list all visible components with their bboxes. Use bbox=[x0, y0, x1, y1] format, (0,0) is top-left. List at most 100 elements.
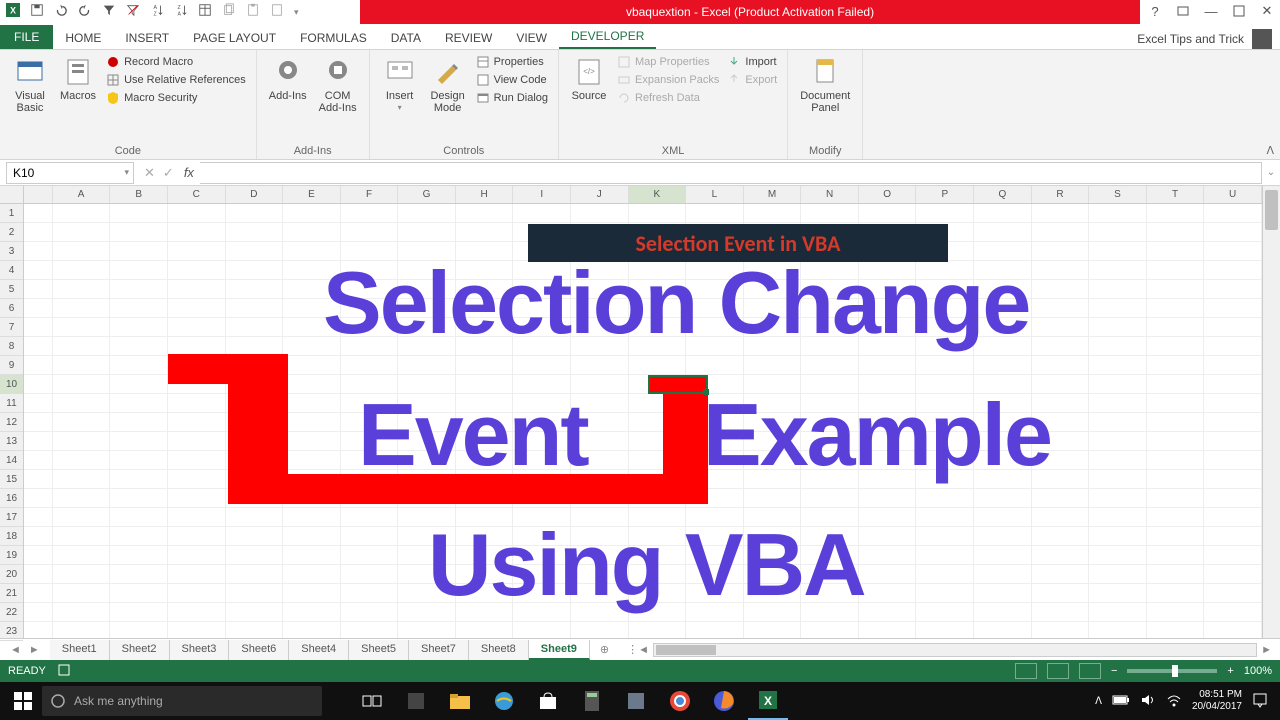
row-header[interactable]: 16 bbox=[0, 489, 23, 508]
help-icon[interactable]: ? bbox=[1146, 2, 1164, 20]
expansion-packs-button[interactable]: Expansion Packs bbox=[615, 72, 721, 88]
row-header[interactable]: 2 bbox=[0, 223, 23, 242]
row-header[interactable]: 9 bbox=[0, 356, 23, 375]
tab-page-layout[interactable]: PAGE LAYOUT bbox=[181, 27, 288, 49]
sort-az-icon[interactable]: AZ bbox=[150, 3, 164, 22]
properties-button[interactable]: Properties bbox=[474, 54, 550, 70]
row-header[interactable]: 10 bbox=[0, 375, 23, 394]
cortana-search[interactable]: Ask me anything bbox=[42, 686, 322, 716]
row-header[interactable]: 18 bbox=[0, 527, 23, 546]
insert-control-button[interactable]: Insert ▾ bbox=[378, 54, 422, 143]
column-header[interactable]: U bbox=[1204, 186, 1262, 203]
tab-developer[interactable]: DEVELOPER bbox=[559, 25, 656, 49]
maximize-icon[interactable] bbox=[1230, 2, 1248, 20]
column-header[interactable]: D bbox=[226, 186, 284, 203]
spreadsheet-grid[interactable]: 1234567891011121314151617181920212223 AB… bbox=[0, 186, 1280, 638]
column-header[interactable]: B bbox=[110, 186, 168, 203]
close-icon[interactable]: ✕ bbox=[1258, 2, 1276, 20]
page-layout-view-icon[interactable] bbox=[1047, 663, 1069, 679]
column-header[interactable]: T bbox=[1147, 186, 1205, 203]
page-break-view-icon[interactable] bbox=[1079, 663, 1101, 679]
column-header[interactable]: M bbox=[744, 186, 802, 203]
taskbar-app-icon[interactable] bbox=[616, 682, 656, 720]
use-relative-references-button[interactable]: Use Relative References bbox=[104, 72, 248, 88]
chrome-icon[interactable] bbox=[660, 682, 700, 720]
redo-icon[interactable] bbox=[78, 3, 92, 22]
row-header[interactable]: 12 bbox=[0, 413, 23, 432]
row-header[interactable]: 23 bbox=[0, 622, 23, 641]
zoom-level[interactable]: 100% bbox=[1244, 665, 1272, 677]
column-header[interactable]: Q bbox=[974, 186, 1032, 203]
avatar-icon[interactable] bbox=[1252, 29, 1272, 49]
com-addins-button[interactable]: COM Add-Ins bbox=[315, 54, 361, 143]
sheet-tab[interactable]: Sheet6 bbox=[229, 640, 289, 660]
row-header[interactable]: 4 bbox=[0, 261, 23, 280]
row-header[interactable]: 1 bbox=[0, 204, 23, 223]
internet-explorer-icon[interactable] bbox=[484, 682, 524, 720]
design-mode-button[interactable]: Design Mode bbox=[426, 54, 470, 143]
row-header[interactable]: 20 bbox=[0, 565, 23, 584]
name-box[interactable]: K10 bbox=[6, 162, 134, 184]
import-button[interactable]: Import bbox=[725, 54, 779, 70]
column-header[interactable]: E bbox=[283, 186, 341, 203]
hscroll-right-icon[interactable]: ► bbox=[1261, 644, 1272, 656]
undo-icon[interactable] bbox=[54, 3, 68, 22]
sheet-tab[interactable]: Sheet2 bbox=[110, 640, 170, 660]
sort-za-icon[interactable]: ZA bbox=[174, 3, 188, 22]
zoom-in-icon[interactable]: + bbox=[1227, 665, 1233, 677]
column-header[interactable]: F bbox=[341, 186, 399, 203]
notifications-icon[interactable] bbox=[1252, 692, 1268, 711]
tab-file[interactable]: FILE bbox=[0, 25, 53, 49]
column-header[interactable]: J bbox=[571, 186, 629, 203]
column-header[interactable]: I bbox=[513, 186, 571, 203]
row-header[interactable]: 14 bbox=[0, 451, 23, 470]
document-panel-button[interactable]: Document Panel bbox=[796, 54, 854, 143]
tab-home[interactable]: HOME bbox=[53, 27, 113, 49]
expand-formula-icon[interactable]: ⌄ bbox=[1262, 167, 1280, 178]
account-label[interactable]: Excel Tips and Trick bbox=[1137, 32, 1244, 46]
sheet-nav-prev-icon[interactable]: ◄ bbox=[10, 644, 21, 656]
row-header[interactable]: 6 bbox=[0, 299, 23, 318]
firefox-icon[interactable] bbox=[704, 682, 744, 720]
tab-insert[interactable]: INSERT bbox=[113, 27, 181, 49]
row-header[interactable]: 7 bbox=[0, 318, 23, 337]
start-button[interactable] bbox=[4, 682, 42, 720]
file-explorer-icon[interactable] bbox=[440, 682, 480, 720]
column-header[interactable]: L bbox=[686, 186, 744, 203]
taskbar-app-icon[interactable] bbox=[396, 682, 436, 720]
sheet-tab[interactable]: Sheet1 bbox=[50, 640, 110, 660]
clock[interactable]: 08:51 PM 20/04/2017 bbox=[1192, 689, 1242, 713]
macros-button[interactable]: Macros bbox=[56, 54, 100, 143]
macro-record-icon[interactable] bbox=[58, 664, 70, 679]
store-icon[interactable] bbox=[528, 682, 568, 720]
fx-icon[interactable]: fx bbox=[184, 165, 200, 180]
formula-input[interactable] bbox=[200, 162, 1262, 184]
row-header[interactable]: 15 bbox=[0, 470, 23, 489]
row-header[interactable]: 13 bbox=[0, 432, 23, 451]
volume-icon[interactable] bbox=[1140, 693, 1156, 710]
tray-chevron-icon[interactable]: ᐱ bbox=[1095, 696, 1102, 707]
wifi-icon[interactable] bbox=[1166, 693, 1182, 710]
column-header[interactable]: A bbox=[53, 186, 111, 203]
minimize-icon[interactable]: — bbox=[1202, 2, 1220, 20]
row-header[interactable]: 5 bbox=[0, 280, 23, 299]
zoom-slider[interactable] bbox=[1127, 669, 1217, 673]
save-icon[interactable] bbox=[30, 3, 44, 22]
macro-security-button[interactable]: Macro Security bbox=[104, 90, 248, 106]
cancel-formula-icon[interactable]: ✕ bbox=[144, 165, 155, 181]
addins-button[interactable]: Add-Ins bbox=[265, 54, 311, 143]
sheet-tab[interactable]: Sheet7 bbox=[409, 640, 469, 660]
sheet-tab[interactable]: Sheet4 bbox=[289, 640, 349, 660]
select-all-button[interactable] bbox=[0, 186, 23, 204]
zoom-out-icon[interactable]: − bbox=[1111, 665, 1117, 677]
hscroll-left-icon[interactable]: ◄ bbox=[638, 644, 649, 656]
sheet-tab[interactable]: Sheet5 bbox=[349, 640, 409, 660]
column-header[interactable]: H bbox=[456, 186, 514, 203]
battery-icon[interactable] bbox=[1112, 694, 1130, 709]
row-header[interactable]: 11 bbox=[0, 394, 23, 413]
sheet-nav-next-icon[interactable]: ► bbox=[29, 644, 40, 656]
row-header[interactable]: 19 bbox=[0, 546, 23, 565]
table-icon[interactable] bbox=[198, 3, 212, 22]
qat-dropdown-icon[interactable]: ▾ bbox=[294, 7, 299, 18]
excel-taskbar-icon[interactable]: X bbox=[748, 682, 788, 720]
